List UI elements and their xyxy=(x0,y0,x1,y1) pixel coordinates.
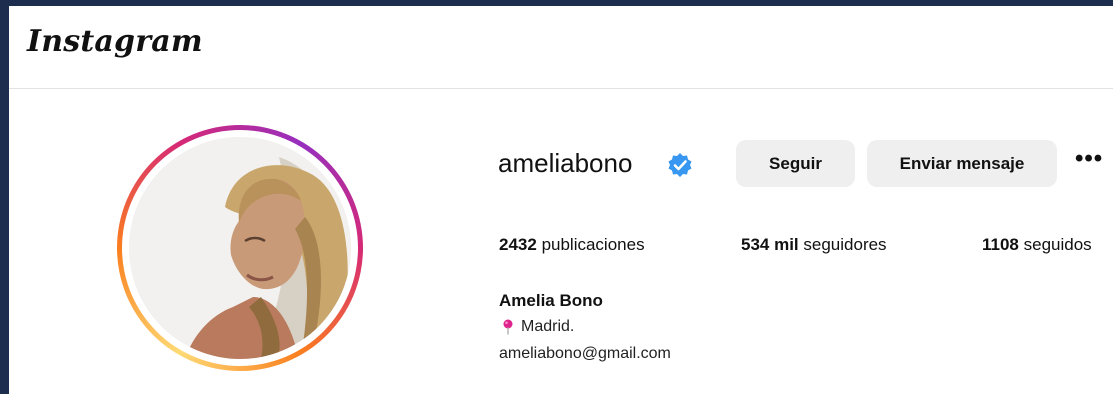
followers-count-value: 534 mil xyxy=(741,235,799,254)
top-navigation-bar: Instagram xyxy=(9,6,1113,89)
send-message-button[interactable]: Enviar mensaje xyxy=(867,140,1057,187)
more-options-icon[interactable]: ••• xyxy=(1075,147,1113,174)
avatar-photo-illustration xyxy=(129,137,351,359)
profile-location-text: Madrid. xyxy=(521,318,575,335)
posts-count-label: publicaciones xyxy=(541,235,645,254)
posts-count-value: 2432 xyxy=(499,235,537,254)
location-pin-icon xyxy=(503,319,513,335)
followers-count-label: seguidores xyxy=(803,235,887,254)
following-count-label: seguidos xyxy=(1023,235,1092,254)
instagram-window: Instagram ameliabono Seguir Enviar mensa… xyxy=(9,6,1113,394)
following-count-value: 1108 xyxy=(982,235,1019,254)
profile-avatar-ring[interactable] xyxy=(117,125,363,371)
followers-count[interactable]: 534 mil seguidores xyxy=(741,235,887,255)
posts-count[interactable]: 2432 publicaciones xyxy=(499,235,645,255)
avatar xyxy=(129,137,351,359)
verified-badge-icon xyxy=(668,153,692,177)
profile-location: Madrid. xyxy=(499,318,574,336)
profile-email[interactable]: ameliabono@gmail.com xyxy=(499,345,671,363)
following-count[interactable]: 1108 seguidos xyxy=(982,235,1092,255)
profile-username: ameliabono xyxy=(498,148,633,178)
instagram-logo[interactable]: Instagram xyxy=(27,24,203,59)
profile-full-name: Amelia Bono xyxy=(499,291,603,310)
follow-button[interactable]: Seguir xyxy=(736,140,855,187)
avatar-ring-gap xyxy=(122,130,358,366)
